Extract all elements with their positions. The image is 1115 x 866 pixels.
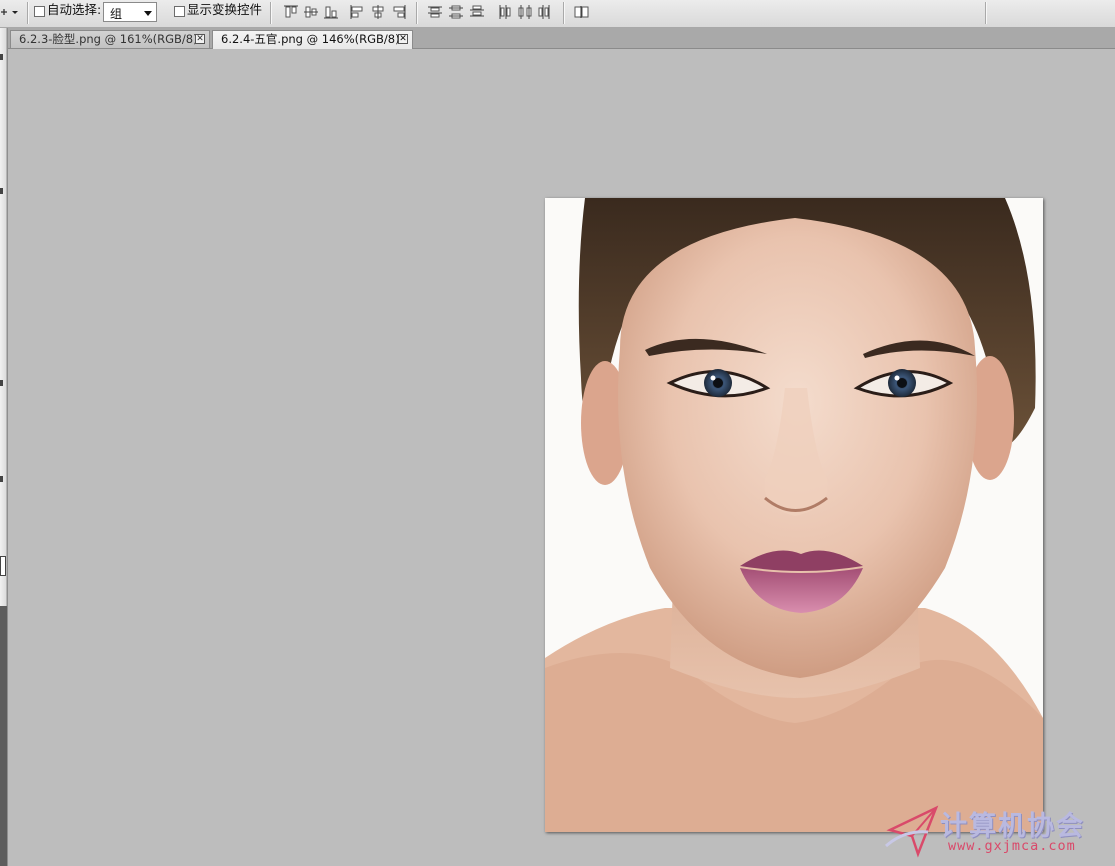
options-divider — [27, 2, 28, 24]
panel-grip[interactable] — [0, 188, 3, 194]
align-hcenter-button[interactable] — [370, 4, 386, 20]
align-vcenter-button[interactable] — [303, 4, 319, 20]
align-top-icon — [284, 5, 298, 18]
close-icon[interactable]: ✕ — [398, 34, 408, 44]
options-divider — [416, 2, 417, 24]
panel-grip[interactable] — [0, 380, 3, 386]
distribute-vcenter-button[interactable] — [448, 4, 464, 20]
distribute-top-button[interactable] — [427, 4, 443, 20]
options-divider — [563, 2, 564, 24]
close-icon[interactable]: ✕ — [195, 34, 205, 44]
panel-grip[interactable] — [0, 476, 3, 482]
distribute-bottom-button[interactable] — [469, 4, 485, 20]
tab-facial-features[interactable]: 6.2.4-五官.png @ 146%(RGB/8) ✕ — [212, 30, 413, 49]
distribute-top-icon — [428, 6, 442, 18]
options-divider — [985, 2, 986, 24]
watermark-url: www.gxjmca.com — [948, 838, 1076, 854]
chevron-down-icon — [144, 11, 152, 16]
color-swatch[interactable] — [0, 556, 6, 576]
align-vcenter-icon — [304, 6, 318, 18]
distribute-right-icon — [538, 5, 550, 19]
show-transform-checkbox[interactable] — [174, 6, 185, 17]
site-watermark: 计算机协会 www.gxjmca.com — [884, 802, 1104, 862]
tool-preset-picker[interactable] — [0, 5, 20, 19]
move-tool-icon — [1, 9, 18, 15]
options-bar: 自动选择: 组 显示变换控件 — [0, 0, 1115, 28]
align-bottom-icon — [324, 6, 338, 19]
show-transform-label: 显示变换控件 — [187, 2, 263, 17]
auto-select-label: 自动选择: — [47, 2, 102, 17]
distribute-vcenter-icon — [449, 5, 463, 19]
auto-select-value: 组 — [110, 7, 123, 21]
auto-align-layers-button[interactable] — [573, 4, 589, 20]
align-hcenter-icon — [372, 5, 384, 19]
document-tab-bar: 6.2.3-脸型.png @ 161%(RGB/8) ✕ 6.2.4-五官.pn… — [8, 28, 1115, 49]
distribute-bottom-icon — [470, 5, 484, 17]
align-right-icon — [393, 5, 406, 19]
tools-panel-edge — [0, 28, 8, 866]
auto-select-checkbox[interactable] — [34, 6, 45, 17]
distribute-hcenter-button[interactable] — [517, 4, 533, 20]
panel-shadow — [0, 606, 7, 866]
auto-align-layers-icon — [574, 6, 589, 18]
distribute-left-icon — [499, 5, 511, 19]
portrait-photo — [545, 198, 1043, 832]
document-canvas[interactable] — [545, 198, 1043, 832]
distribute-left-button[interactable] — [497, 4, 513, 20]
tab-label: 6.2.4-五官.png @ 146%(RGB/8) — [221, 32, 400, 46]
align-left-icon — [350, 5, 363, 19]
align-right-button[interactable] — [391, 4, 407, 20]
panel-grip[interactable] — [0, 54, 3, 60]
align-bottom-button[interactable] — [323, 4, 339, 20]
align-top-button[interactable] — [283, 4, 299, 20]
options-divider — [270, 2, 271, 24]
tab-label: 6.2.3-脸型.png @ 161%(RGB/8) — [19, 32, 198, 46]
align-left-button[interactable] — [349, 4, 365, 20]
auto-select-dropdown[interactable]: 组 — [103, 2, 157, 22]
distribute-right-button[interactable] — [537, 4, 553, 20]
tab-face-shape[interactable]: 6.2.3-脸型.png @ 161%(RGB/8) ✕ — [10, 30, 210, 48]
distribute-hcenter-icon — [518, 5, 532, 19]
plane-logo-icon — [885, 805, 939, 858]
